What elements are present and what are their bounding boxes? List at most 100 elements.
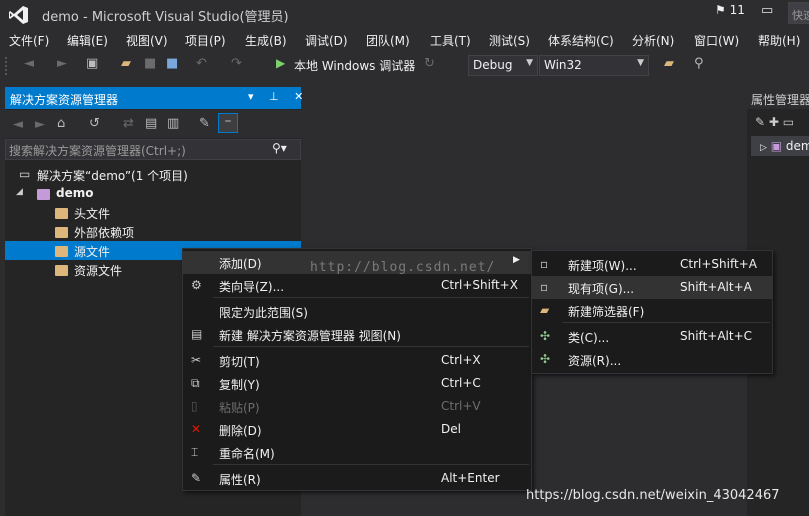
toolbar-grip[interactable] [4,56,8,76]
search-icon[interactable]: ⚲ [694,56,704,71]
submenu-item-resource[interactable]: ✣ 资源(R)... [532,348,772,371]
menu-item-shortcut: Alt+Enter [441,471,500,485]
menu-edit[interactable]: 编辑(E) [67,29,108,49]
preview-icon[interactable]: ⎯ [218,113,238,133]
configuration-select[interactable]: Debug ▼ [468,55,538,76]
menu-window[interactable]: 窗口(W) [694,29,739,49]
submenu-item-existing-item[interactable]: ▫ 现有项(G)... Shift+Alt+A [532,276,772,299]
menu-bar: 文件(F) 编辑(E) 视图(V) 项目(P) 生成(B) 调试(D) 团队(M… [0,29,809,51]
sync-icon[interactable]: ↺ [89,116,100,131]
new-view-icon: ▤ [191,327,203,341]
back-icon[interactable]: ◄ [13,117,23,132]
show-all-files-icon[interactable]: ▥ [167,116,179,131]
tree-item-resource-files[interactable]: 资源文件 [74,262,122,279]
notification-count: 11 [729,3,745,17]
filter-folder-icon [55,246,68,257]
menu-item-label: 新建筛选器(F) [568,305,645,319]
panel-header-buttons[interactable]: ▾ ⊥ ✕ [248,90,309,103]
platform-select[interactable]: Win32 ▼ [539,55,649,76]
menu-item-copy[interactable]: ⧉ 复制(Y) Ctrl+C [183,372,531,395]
menu-item-paste[interactable]: ▯ 粘贴(P) Ctrl+V [183,395,531,418]
platform-value: Win32 [544,58,582,72]
existing-item-icon: ▫ [540,280,549,294]
start-debugging-button[interactable]: 本地 Windows 调试器 [294,57,415,74]
menu-item-new-view[interactable]: ▤ 新建 解决方案资源管理器 视图(N) [183,323,531,346]
menu-item-shortcut: Ctrl+C [441,376,481,390]
menu-item-delete[interactable]: ✕ 删除(D) Del [183,418,531,441]
start-debugging-icon[interactable]: ▶ [276,56,285,70]
tree-item-external-deps[interactable]: 外部依赖项 [74,224,134,241]
properties-icon[interactable]: ✎ [199,116,210,131]
menu-project[interactable]: 项目(P) [185,29,226,49]
menu-separator [213,346,529,347]
menu-item-rename[interactable]: ⌶ 重命名(M) [183,441,531,464]
menu-test[interactable]: 测试(S) [489,29,530,49]
menu-item-label: 类向导(Z)... [219,280,285,294]
menu-item-label: 删除(D) [219,424,262,438]
tree-item-solution[interactable]: 解决方案“demo”(1 个项目) [37,167,188,184]
menu-item-class-wizard[interactable]: ⚙ 类向导(Z)... Ctrl+Shift+X [183,274,531,297]
submenu-item-new-filter[interactable]: ▰ 新建筛选器(F) [532,299,772,322]
wrench-icon: ✎ [191,471,202,485]
save-all-icon[interactable]: ■ [166,56,178,71]
tree-item-headers[interactable]: 头文件 [74,205,110,222]
property-item[interactable]: ▷ ▣ demo [760,139,809,153]
save-icon[interactable]: ■ [144,56,156,71]
panel-title: 属性管理器 [751,93,809,107]
external-deps-folder-icon [55,227,68,238]
feedback-icon[interactable]: ▭ [761,3,773,18]
menu-item-shortcut: Ctrl+Shift+A [680,257,757,271]
back-icon[interactable]: ◄ [24,56,34,71]
redo-icon[interactable]: ↷ [231,56,242,71]
submenu-item-class[interactable]: ✣ 类(C)... Shift+Alt+C [532,325,772,348]
menu-help[interactable]: 帮助(H) [758,29,800,49]
undo-icon[interactable]: ↶ [196,56,207,71]
menu-debug[interactable]: 调试(D) [305,29,348,49]
menu-item-scope[interactable]: 限定为此范围(S) [183,300,531,323]
submenu-item-new-item[interactable]: ▫ 新建项(W)... Ctrl+Shift+A [532,253,772,276]
refresh-icon[interactable]: ↻ [424,56,435,71]
open-file-icon[interactable]: ▰ [121,56,131,71]
menu-file[interactable]: 文件(F) [9,29,49,49]
tree-item-source-files[interactable]: 源文件 [74,243,110,260]
chevron-down-icon: ▼ [526,58,533,68]
menu-item-properties[interactable]: ✎ 属性(R) Alt+Enter [183,467,531,490]
menu-build[interactable]: 生成(B) [245,29,287,49]
quick-launch-input[interactable]: 快速 [788,2,809,24]
cpp-project-icon [37,189,50,200]
find-in-files-icon[interactable]: ▰ [664,56,674,71]
forward-icon[interactable]: ► [35,117,45,132]
menu-item-label: 添加(D) [219,257,262,271]
menu-view[interactable]: 视图(V) [126,29,168,49]
menu-architecture[interactable]: 体系结构(C) [548,29,614,49]
search-icon[interactable]: ⚲▾ [272,141,287,155]
delete-icon: ✕ [191,422,202,436]
expand-arrow-icon[interactable]: ◢ [16,187,23,197]
menu-item-label: 类(C)... [568,331,610,345]
resource-icon: ✣ [540,352,551,366]
home-icon[interactable]: ⌂ [57,116,65,131]
new-item-icon: ▫ [540,257,549,271]
menu-item-label: 新建项(W)... [568,259,637,273]
menu-item-shortcut: Ctrl+Shift+X [441,278,518,292]
panel-title: 解决方案资源管理器 [10,93,119,107]
menu-item-cut[interactable]: ✂ 剪切(T) Ctrl+X [183,349,531,372]
notifications-button[interactable]: ⚑ 11 [715,3,745,17]
window-title: demo - Microsoft Visual Studio(管理员) [42,10,289,25]
menu-tools[interactable]: 工具(T) [430,29,471,49]
collapse-all-icon[interactable]: ▤ [145,116,157,131]
menu-team[interactable]: 团队(M) [366,29,410,49]
property-toolbar[interactable]: ✎ ✚ ▭ [755,115,794,129]
add-submenu: ▫ 新建项(W)... Ctrl+Shift+A ▫ 现有项(G)... Shift+A… [531,250,773,374]
configuration-value: Debug [473,58,513,72]
menu-item-shortcut: Ctrl+X [441,353,481,367]
new-project-icon[interactable]: ▣ [86,56,98,71]
menu-analyze[interactable]: 分析(N) [632,29,674,49]
class-icon: ✣ [540,329,551,343]
filter-folder-icon [55,208,68,219]
forward-icon[interactable]: ► [57,56,67,71]
menu-item-shortcut: Ctrl+V [441,399,481,413]
refresh-icon[interactable]: ⇄ [123,116,134,131]
tree-item-project[interactable]: demo [56,186,93,200]
scissors-icon: ✂ [191,353,202,367]
